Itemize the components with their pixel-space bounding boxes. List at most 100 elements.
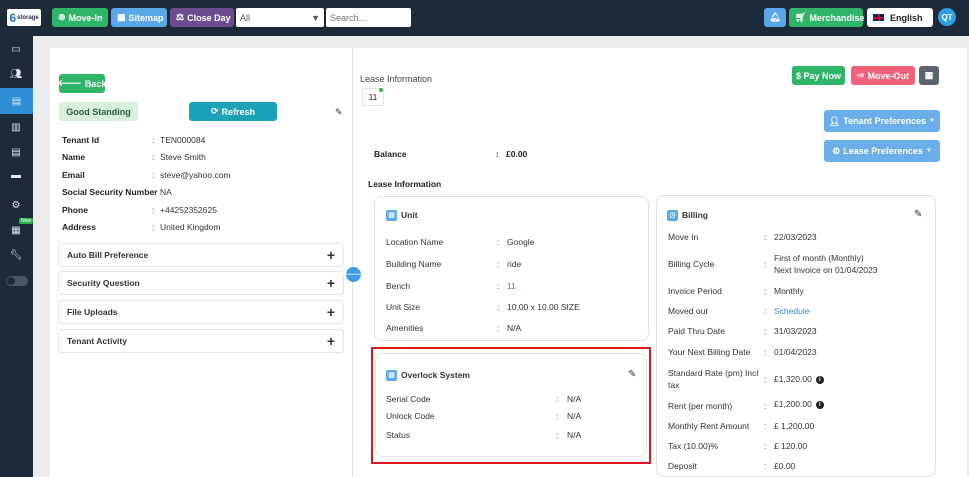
next-invoice-value: Next Invoice on 01/04/2023 — [774, 265, 878, 275]
edit-tenant-icon[interactable]: ✎ — [335, 107, 343, 118]
paid-thru-label: Paid Thru Date — [668, 326, 726, 336]
notification-button[interactable]: 🔔︎ — [764, 8, 786, 27]
arrow-left-icon: 🡐 — [341, 269, 366, 279]
standard-rate-label-tax: tax — [668, 380, 680, 390]
logo-text: storage — [17, 14, 39, 21]
billing-icon: ◷ — [667, 210, 678, 222]
calculator-icon[interactable]: ▦ — [8, 223, 24, 237]
accordion-label: Auto Bill Preference — [67, 250, 149, 260]
settings-icon[interactable]: ⚙ — [8, 198, 24, 212]
filter-value: All — [240, 12, 251, 23]
rent-value: £1,200.00 i — [774, 399, 824, 409]
panel-divider — [352, 48, 353, 477]
move-out-button[interactable]: ⇨ Move-Out — [851, 66, 915, 85]
building-name-label: Building Name — [386, 259, 442, 269]
billing-title-label: Billing — [682, 210, 708, 220]
amenities-label: Amenities — [386, 323, 424, 333]
colon: : — [764, 347, 767, 357]
building-icon[interactable]: ▥ — [8, 120, 24, 134]
back-button[interactable]: 🡐 Back — [57, 74, 106, 93]
phone-value: +44252352625 — [160, 205, 217, 215]
colon: : — [152, 135, 155, 145]
colon: : — [764, 421, 767, 431]
location-name-label: Location Name — [386, 237, 444, 247]
invoice-period-label: Invoice Period — [668, 286, 722, 296]
name-label: Name — [62, 152, 86, 162]
sign-out-icon: ⇨ — [856, 70, 865, 80]
wrench-icon[interactable]: 🔧︎ — [8, 248, 24, 262]
monthly-rent-value: £ 1,200.00 — [774, 421, 815, 431]
amenities-value: N/A — [507, 323, 522, 333]
document-icon[interactable]: ▤ — [8, 145, 24, 159]
plus-icon: ⊕ — [58, 12, 66, 22]
caret-down-icon: ▼ — [311, 12, 320, 23]
language-button[interactable]: English — [867, 8, 933, 27]
deposit-label: Deposit — [668, 461, 697, 471]
billing-card-title: ◷ Billing — [667, 210, 708, 222]
accordion-auto-bill[interactable]: Auto Bill Preference + — [58, 243, 344, 267]
grid-menu-button[interactable]: ▦ — [919, 66, 939, 85]
info-icon[interactable]: i — [815, 375, 824, 384]
units-icon[interactable]: ▤ — [0, 88, 33, 114]
colon: : — [764, 232, 767, 242]
merchandise-button[interactable]: 🛒︎ Merchandise — [789, 8, 864, 27]
top-bar: 6 storage ⊕ Move-In ▦ Sitemap ⚖ Close Day Al… — [0, 0, 969, 36]
colon: : — [764, 259, 767, 269]
moved-out-label: Moved out — [668, 306, 708, 316]
filter-select[interactable]: All ▼ — [236, 8, 324, 27]
plus-icon: + — [326, 304, 335, 320]
logo[interactable]: 6 storage — [7, 9, 41, 26]
caret-down-icon: ▼ — [929, 118, 936, 124]
tenant-id-value: TEN000084 — [160, 135, 206, 145]
accordion-security-question[interactable]: Security Question + — [58, 271, 344, 295]
tenant-preferences-button[interactable]: 👤︎ Tenant Preferences ▼ — [824, 110, 940, 132]
colon: : — [152, 170, 155, 180]
move-in-button[interactable]: ⊕ Move-In — [52, 8, 108, 27]
bench-link[interactable]: 11 — [507, 281, 516, 291]
dashboard-icon[interactable]: ▭ — [8, 42, 24, 56]
active-dot — [379, 88, 383, 92]
close-day-label: Close Day — [187, 12, 231, 23]
collapse-panel-button[interactable]: 🡐 — [341, 267, 366, 282]
search-input[interactable] — [326, 8, 411, 27]
ssn-value: NA — [160, 187, 172, 197]
refresh-button[interactable]: ⟳ Refresh — [189, 102, 277, 121]
schedule-link[interactable]: Schedule — [774, 306, 809, 316]
standard-rate-value: £1,320.00 i — [774, 374, 824, 384]
users-icon[interactable]: 👥︎ — [8, 67, 24, 81]
bell-icon: 🔔︎ — [769, 12, 781, 22]
user-avatar[interactable]: QT — [938, 8, 956, 26]
address-value: United Kingdom — [160, 222, 221, 232]
standard-rate-label: Standard Rate (pm) Incl — [668, 368, 759, 378]
tax-label: Tax (10.00)% — [668, 441, 719, 451]
truck-icon[interactable]: ▬ — [8, 168, 24, 182]
move-in-value: 22/03/2023 — [774, 232, 817, 242]
monthly-rent-label: Monthly Rent Amount — [668, 421, 750, 431]
close-day-button[interactable]: ⚖ Close Day — [170, 8, 234, 27]
balance-label: Balance — [374, 149, 407, 159]
edit-billing-icon[interactable]: ✎ — [914, 209, 922, 220]
colon: : — [497, 281, 500, 291]
accordion-file-uploads[interactable]: File Uploads + — [58, 300, 344, 324]
accordion-tenant-activity[interactable]: Tenant Activity + — [58, 329, 344, 353]
arrow-left-icon: 🡐 — [57, 78, 82, 88]
info-icon[interactable]: i — [815, 400, 824, 409]
tax-value: £ 120.00 — [774, 441, 808, 451]
accordion-label: Security Question — [67, 278, 140, 288]
lease-preferences-button[interactable]: ⚙ Lease Preferences ▼ — [824, 140, 940, 162]
sidebar-toggle[interactable] — [6, 276, 28, 286]
standard-rate-amount: £1,320.00 — [774, 374, 812, 384]
next-billing-label: Your Next Billing Date — [668, 347, 751, 357]
highlight-box — [371, 347, 651, 464]
pay-now-button[interactable]: $ Pay Now — [792, 66, 845, 85]
paid-thru-value: 31/03/2023 — [774, 326, 817, 336]
colon: : — [497, 323, 500, 333]
next-billing-value: 01/04/2023 — [774, 347, 817, 357]
plus-icon: + — [326, 275, 335, 291]
colon: : — [497, 259, 500, 269]
unit-title-label: Unit — [401, 210, 418, 220]
email-label: Email — [62, 170, 85, 180]
rent-label: Rent (per month) — [668, 401, 733, 411]
ssn-label: Social Security Number — [62, 187, 158, 197]
sitemap-button[interactable]: ▦ Sitemap — [111, 8, 167, 27]
